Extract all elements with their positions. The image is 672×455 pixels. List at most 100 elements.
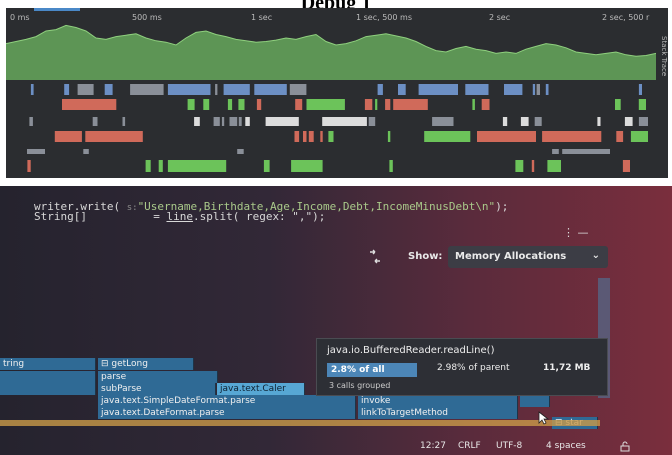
thread-segment[interactable] bbox=[223, 84, 250, 95]
thread-segment[interactable] bbox=[263, 160, 270, 172]
file-encoding[interactable]: UTF-8 bbox=[496, 441, 522, 451]
thread-segment[interactable] bbox=[291, 160, 323, 172]
thread-segment[interactable] bbox=[92, 117, 98, 126]
thread-segment[interactable] bbox=[393, 99, 428, 110]
sort-icon[interactable] bbox=[366, 249, 384, 265]
thread-segment[interactable] bbox=[27, 149, 45, 154]
thread-segment[interactable] bbox=[294, 131, 300, 142]
thread-segment[interactable] bbox=[562, 149, 610, 154]
stack-trace-tab[interactable]: Stack Trace bbox=[656, 36, 668, 96]
thread-segment[interactable] bbox=[385, 99, 391, 110]
flame-bar[interactable]: java.text.SimpleDateFormat.parse bbox=[98, 395, 356, 407]
thread-segment[interactable] bbox=[158, 160, 163, 172]
thread-segment[interactable] bbox=[465, 84, 489, 95]
flame-bar[interactable]: invoke bbox=[358, 395, 518, 407]
thread-segment[interactable] bbox=[27, 160, 31, 172]
flame-bar[interactable]: ⊟ getLong bbox=[98, 358, 194, 370]
thread-segment[interactable] bbox=[534, 117, 542, 126]
show-dropdown[interactable]: Memory Allocations ⌄ bbox=[448, 246, 608, 268]
thread-segment[interactable] bbox=[424, 131, 471, 142]
thread-segment[interactable] bbox=[213, 117, 220, 126]
thread-segment[interactable] bbox=[515, 160, 524, 172]
thread-segment[interactable] bbox=[398, 84, 406, 95]
thread-segment[interactable] bbox=[62, 99, 117, 110]
thread-segment[interactable] bbox=[418, 84, 458, 95]
thread-segment[interactable] bbox=[289, 84, 307, 95]
flame-bar-blank[interactable] bbox=[520, 395, 550, 407]
thread-segment[interactable] bbox=[622, 160, 630, 172]
thread-segment[interactable] bbox=[504, 84, 523, 95]
thread-segment[interactable] bbox=[203, 99, 210, 110]
thread-segment[interactable] bbox=[536, 84, 540, 95]
thread-segment[interactable] bbox=[615, 99, 621, 110]
thread-segment[interactable] bbox=[194, 117, 200, 126]
thread-segment[interactable] bbox=[229, 117, 238, 126]
thread-segment[interactable] bbox=[547, 160, 561, 172]
thread-segment[interactable] bbox=[624, 117, 633, 126]
thread-segment[interactable] bbox=[368, 117, 376, 126]
thread-segment[interactable] bbox=[167, 160, 227, 172]
flame-bar[interactable]: linkToTargetMethod bbox=[358, 407, 518, 419]
thread-activity-tracks[interactable] bbox=[6, 80, 656, 178]
code-editor[interactable]: String[] = line.split( regex: ","); writ… bbox=[34, 186, 508, 262]
lock-icon[interactable] bbox=[620, 441, 632, 452]
thread-segment[interactable] bbox=[630, 131, 648, 142]
flame-bar[interactable]: java.text.Caler bbox=[217, 383, 305, 395]
thread-segment[interactable] bbox=[322, 117, 367, 126]
thread-segment[interactable] bbox=[552, 149, 559, 154]
thread-segment[interactable] bbox=[54, 131, 82, 142]
thread-segment[interactable] bbox=[389, 160, 393, 172]
panel-menu-icon[interactable]: ⋮ — bbox=[563, 226, 589, 239]
thread-segment[interactable] bbox=[320, 131, 323, 142]
indent-setting[interactable]: 4 spaces bbox=[546, 441, 586, 451]
thread-segment[interactable] bbox=[215, 84, 218, 95]
thread-segment[interactable] bbox=[532, 84, 536, 95]
caret-position[interactable]: 12:27 bbox=[420, 441, 446, 451]
thread-segment[interactable] bbox=[306, 99, 345, 110]
thread-segment[interactable] bbox=[477, 131, 536, 142]
thread-segment[interactable] bbox=[542, 131, 602, 142]
thread-segment[interactable] bbox=[256, 99, 262, 110]
flame-bar-blank[interactable] bbox=[0, 371, 96, 383]
thread-segment[interactable] bbox=[375, 99, 378, 110]
thread-segment[interactable] bbox=[303, 131, 307, 142]
thread-segment[interactable] bbox=[85, 131, 143, 142]
thread-segment[interactable] bbox=[187, 99, 195, 110]
flame-bar[interactable]: java.text.DateFormat.parse bbox=[98, 407, 356, 419]
thread-segment[interactable] bbox=[481, 99, 490, 110]
thread-segment[interactable] bbox=[638, 84, 642, 95]
flame-bar[interactable]: subParse bbox=[98, 383, 216, 395]
thread-segment[interactable] bbox=[30, 84, 34, 95]
thread-segment[interactable] bbox=[638, 99, 646, 110]
thread-segment[interactable] bbox=[221, 117, 225, 126]
thread-segment[interactable] bbox=[597, 117, 601, 126]
thread-segment[interactable] bbox=[64, 84, 70, 95]
flame-bar[interactable]: parse bbox=[98, 371, 218, 383]
line-ending[interactable]: CRLF bbox=[458, 441, 481, 451]
thread-segment[interactable] bbox=[29, 117, 33, 126]
thread-segment[interactable] bbox=[237, 149, 244, 154]
thread-segment[interactable] bbox=[238, 99, 245, 110]
selection-range-indicator[interactable] bbox=[34, 8, 80, 11]
thread-segment[interactable] bbox=[145, 160, 151, 172]
thread-segment[interactable] bbox=[364, 99, 373, 110]
thread-segment[interactable] bbox=[638, 117, 648, 126]
thread-segment[interactable] bbox=[83, 149, 89, 154]
thread-segment[interactable] bbox=[472, 99, 475, 110]
flame-bar-blank[interactable] bbox=[0, 383, 96, 395]
thread-segment[interactable] bbox=[130, 84, 164, 95]
thread-segment[interactable] bbox=[245, 117, 250, 126]
thread-segment[interactable] bbox=[432, 117, 454, 126]
thread-segment[interactable] bbox=[77, 84, 94, 95]
thread-segment[interactable] bbox=[545, 84, 549, 95]
thread-segment[interactable] bbox=[238, 117, 242, 126]
thread-segment[interactable] bbox=[254, 84, 287, 95]
thread-segment[interactable] bbox=[308, 131, 314, 142]
thread-segment[interactable] bbox=[295, 99, 303, 110]
flame-root-row[interactable] bbox=[0, 420, 600, 426]
thread-segment[interactable] bbox=[265, 117, 299, 126]
thread-segment[interactable] bbox=[104, 84, 113, 95]
thread-segment[interactable] bbox=[377, 84, 383, 95]
thread-segment[interactable] bbox=[387, 131, 391, 142]
thread-segment[interactable] bbox=[122, 117, 126, 126]
